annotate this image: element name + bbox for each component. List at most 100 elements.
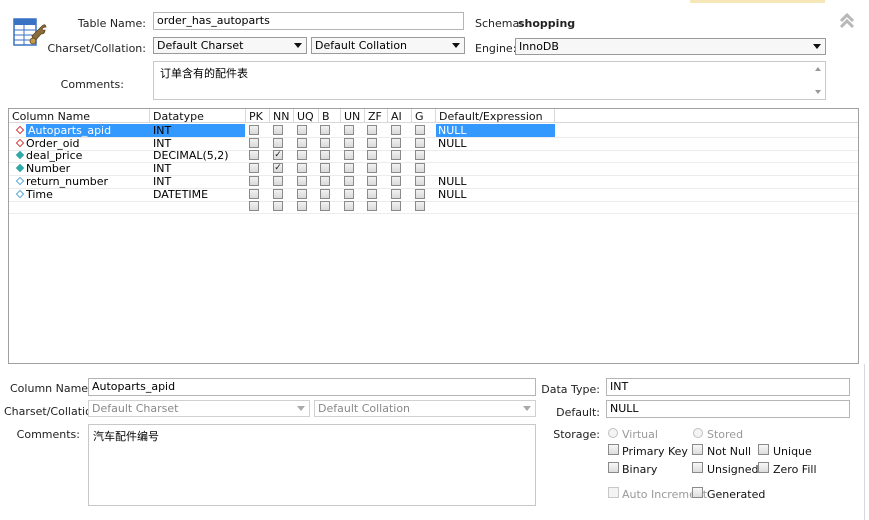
datatype-cell[interactable]: DATETIME: [153, 188, 208, 201]
grid-header-column-name[interactable]: Column Name: [12, 110, 90, 123]
detail-charset-select[interactable]: Default Charset: [88, 400, 310, 417]
flag-checkbox-ai[interactable]: [391, 163, 401, 174]
flag-checkbox-uq[interactable]: [297, 163, 307, 174]
grid-column-separator[interactable]: [269, 109, 270, 123]
table-row[interactable]: Time DATETIME NULL: [9, 188, 858, 202]
flag-checkbox-zf[interactable]: [367, 175, 377, 186]
flag-checkbox-g[interactable]: [415, 188, 425, 199]
default-expression-cell[interactable]: NULL: [436, 188, 467, 201]
column-comments-textarea[interactable]: 汽车配件编号: [88, 424, 536, 506]
comments-scrollbar[interactable]: [811, 62, 825, 99]
flag-checkbox-pk[interactable]: [249, 150, 259, 161]
datatype-cell[interactable]: INT: [153, 124, 171, 137]
binary-checkbox[interactable]: [608, 462, 619, 473]
flag-checkbox-pk[interactable]: [249, 188, 259, 199]
flag-checkbox-un[interactable]: [344, 137, 354, 148]
flag-checkbox-b[interactable]: [320, 188, 330, 199]
flag-checkbox-pk[interactable]: [249, 175, 259, 186]
flag-checkbox-uq[interactable]: [297, 125, 307, 135]
grid-header-ai[interactable]: AI: [391, 110, 402, 123]
flag-checkbox-ai[interactable]: [391, 125, 401, 135]
not-null-checkbox[interactable]: [692, 444, 703, 455]
flag-checkbox-ai[interactable]: [391, 137, 401, 148]
table-name-input[interactable]: order_has_autoparts: [153, 12, 464, 30]
charset-select[interactable]: Default Charset: [153, 37, 307, 54]
flag-checkbox-uq[interactable]: [297, 188, 307, 199]
primary-key-checkbox[interactable]: [608, 444, 619, 455]
zero-fill-checkbox[interactable]: [758, 462, 769, 473]
grid-header-nn[interactable]: NN: [273, 110, 289, 123]
unique-checkbox[interactable]: [758, 444, 769, 455]
columns-grid[interactable]: Column Name Datatype PK NN UQ B UN ZF AI G Default…: [8, 108, 859, 364]
grid-column-separator[interactable]: [149, 109, 150, 123]
flag-checkbox-un[interactable]: [344, 175, 354, 186]
default-expression-cell[interactable]: NULL: [436, 137, 467, 150]
grid-column-separator[interactable]: [387, 109, 388, 123]
flag-checkbox-pk[interactable]: [249, 125, 259, 135]
grid-header-datatype[interactable]: Datatype: [153, 110, 204, 123]
flag-checkbox-g[interactable]: [415, 150, 425, 161]
table-row-new[interactable]: [9, 200, 858, 215]
flag-checkbox-b[interactable]: [320, 137, 330, 148]
table-row[interactable]: Order_oid INT NULL: [9, 137, 858, 151]
grid-column-separator[interactable]: [411, 109, 412, 123]
grid-column-separator[interactable]: [293, 109, 294, 123]
collation-select[interactable]: Default Collation: [311, 37, 465, 54]
virtual-radio[interactable]: [608, 428, 618, 438]
grid-column-separator[interactable]: [245, 109, 246, 123]
flag-checkbox-nn[interactable]: [273, 175, 283, 186]
datatype-cell[interactable]: DECIMAL(5,2): [153, 149, 229, 162]
table-row[interactable]: deal_price DECIMAL(5,2) ✓: [9, 149, 858, 164]
flag-checkbox-nn[interactable]: [273, 188, 283, 199]
column-name-cell[interactable]: Number: [26, 162, 70, 175]
flag-checkbox-b[interactable]: [320, 163, 330, 174]
column-name-cell[interactable]: Order_oid: [26, 137, 80, 150]
flag-checkbox-pk[interactable]: [249, 163, 259, 174]
grid-header-un[interactable]: UN: [344, 110, 360, 123]
flag-checkbox-pk[interactable]: [249, 201, 259, 212]
default-expression-cell[interactable]: NULL: [436, 124, 555, 137]
flag-checkbox-uq[interactable]: [297, 137, 307, 148]
datatype-cell[interactable]: INT: [153, 162, 171, 175]
flag-checkbox-zf[interactable]: [367, 137, 377, 148]
flag-checkbox-g[interactable]: [415, 163, 425, 174]
flag-checkbox-g[interactable]: [415, 125, 425, 135]
table-row[interactable]: Number INT ✓: [9, 162, 858, 177]
column-name-cell[interactable]: Autoparts_apid: [26, 124, 245, 137]
flag-checkbox-zf[interactable]: [367, 188, 377, 199]
flag-checkbox-pk[interactable]: [249, 137, 259, 148]
scroll-down-icon[interactable]: [815, 90, 821, 94]
table-row[interactable]: Autoparts_apid INT NULL: [9, 124, 858, 138]
flag-checkbox-b[interactable]: [320, 201, 330, 212]
grid-column-separator[interactable]: [435, 109, 436, 123]
table-comments-textarea[interactable]: 订单含有的配件表: [153, 61, 826, 100]
default-expression-cell[interactable]: NULL: [436, 175, 467, 188]
column-name-cell[interactable]: Time: [26, 188, 53, 201]
flag-checkbox-un[interactable]: [344, 150, 354, 161]
grid-column-separator[interactable]: [318, 109, 319, 123]
unsigned-checkbox[interactable]: [692, 462, 703, 473]
grid-header-pk[interactable]: PK: [249, 110, 263, 123]
detail-collation-select[interactable]: Default Collation: [314, 400, 536, 417]
flag-checkbox-ai[interactable]: [391, 150, 401, 161]
flag-checkbox-nn[interactable]: [273, 201, 283, 212]
data-type-input[interactable]: INT: [606, 378, 850, 396]
grid-column-separator[interactable]: [554, 109, 555, 123]
flag-checkbox-g[interactable]: [415, 175, 425, 186]
grid-header-b[interactable]: B: [322, 110, 330, 123]
grid-header-uq[interactable]: UQ: [297, 110, 314, 123]
flag-checkbox-b[interactable]: [320, 150, 330, 161]
auto-increment-checkbox[interactable]: [608, 487, 619, 498]
flag-checkbox-uq[interactable]: [297, 201, 307, 212]
flag-checkbox-ai[interactable]: [391, 188, 401, 199]
flag-checkbox-g[interactable]: [415, 201, 425, 212]
flag-checkbox-un[interactable]: [344, 188, 354, 199]
table-row[interactable]: return_number INT NULL: [9, 175, 858, 189]
flag-checkbox-nn[interactable]: [273, 137, 283, 148]
engine-select[interactable]: InnoDB: [515, 38, 826, 55]
datatype-cell[interactable]: INT: [153, 175, 171, 188]
default-input[interactable]: NULL: [606, 400, 850, 418]
flag-checkbox-g[interactable]: [415, 137, 425, 148]
flag-checkbox-uq[interactable]: [297, 150, 307, 161]
flag-checkbox-zf[interactable]: [367, 163, 377, 174]
